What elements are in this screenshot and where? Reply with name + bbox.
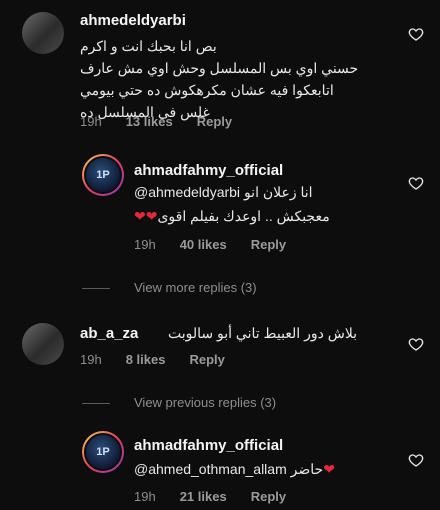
mention-link[interactable]: @ahmedeldyarbi xyxy=(134,184,240,200)
heart-outline-icon[interactable] xyxy=(408,336,424,352)
comment-text: بلاش دور العبيط تاني أبو سالوبت xyxy=(168,325,358,341)
comment-text-line: @ahmed_othman_allam حاضر❤ xyxy=(134,461,335,478)
heart-emoji: ❤ xyxy=(323,461,335,477)
heart-outline-icon[interactable] xyxy=(408,452,424,468)
comment-username[interactable]: ahmadfahmy_official xyxy=(134,437,283,454)
comment-username[interactable]: ahmadfahmy_official xyxy=(134,162,283,179)
comment-likes[interactable]: 8 likes xyxy=(126,352,166,367)
heart-outline-icon[interactable] xyxy=(408,26,424,42)
comment-text-line: @ahmedeldyarbi انا زعلان انو xyxy=(134,184,313,201)
comment-meta: 19h 40 likes Reply xyxy=(134,237,310,252)
comment-text-line: اتابعكوا فيه عشان مكرهكوش ده حتي بيومي xyxy=(80,82,334,98)
reply-button[interactable]: Reply xyxy=(251,237,286,252)
comment-username[interactable]: ab_a_za xyxy=(80,325,138,342)
comment-text: معجبكش .. اوعدك بفيلم اقوى xyxy=(157,208,330,224)
reply-button[interactable]: Reply xyxy=(189,352,224,367)
comment-text: حاضر xyxy=(290,461,324,477)
comment-meta: 19h 21 likes Reply xyxy=(134,489,310,504)
comment-time: 19h xyxy=(134,489,156,504)
comment-text: انا زعلان انو xyxy=(243,184,313,200)
comment-meta: 19h 13 likes Reply xyxy=(80,114,256,129)
comment-username[interactable]: ahmedeldyarbi xyxy=(80,12,186,29)
comment-text-line: حسني اوي بس المسلسل وحش اوي مش عارف xyxy=(80,60,359,76)
avatar-ahmadfahmy[interactable]: 1P xyxy=(82,431,124,473)
comment-text-line: ❤❤معجبكش .. اوعدك بفيلم اقوى xyxy=(134,208,330,225)
comment-time: 19h xyxy=(80,114,102,129)
comment-time: 19h xyxy=(134,237,156,252)
comment-likes[interactable]: 13 likes xyxy=(126,114,173,129)
comment-likes[interactable]: 40 likes xyxy=(180,237,227,252)
view-more-replies-link[interactable]: View more replies (3) xyxy=(134,280,257,295)
avatar-badge: 1P xyxy=(84,433,122,471)
comment-time: 19h xyxy=(80,352,102,367)
heart-outline-icon[interactable] xyxy=(408,175,424,191)
view-previous-replies-link[interactable]: View previous replies (3) xyxy=(134,395,276,410)
replies-divider xyxy=(82,403,110,404)
reply-button[interactable]: Reply xyxy=(197,114,232,129)
replies-divider xyxy=(82,288,110,289)
comment-text-line: بص انا بحبك انت و اكرم xyxy=(80,38,217,54)
reply-button[interactable]: Reply xyxy=(251,489,286,504)
avatar-badge: 1P xyxy=(84,156,122,194)
mention-link[interactable]: @ahmed_othman_allam xyxy=(134,461,287,477)
comment-likes[interactable]: 21 likes xyxy=(180,489,227,504)
comment-meta: 19h 8 likes Reply xyxy=(80,352,249,367)
heart-emoji: ❤❤ xyxy=(134,208,158,224)
avatar-ahmadfahmy[interactable]: 1P xyxy=(82,154,124,196)
avatar-ahmedeldyarbi[interactable] xyxy=(22,12,64,54)
avatar-ab_a_za[interactable] xyxy=(22,323,64,365)
